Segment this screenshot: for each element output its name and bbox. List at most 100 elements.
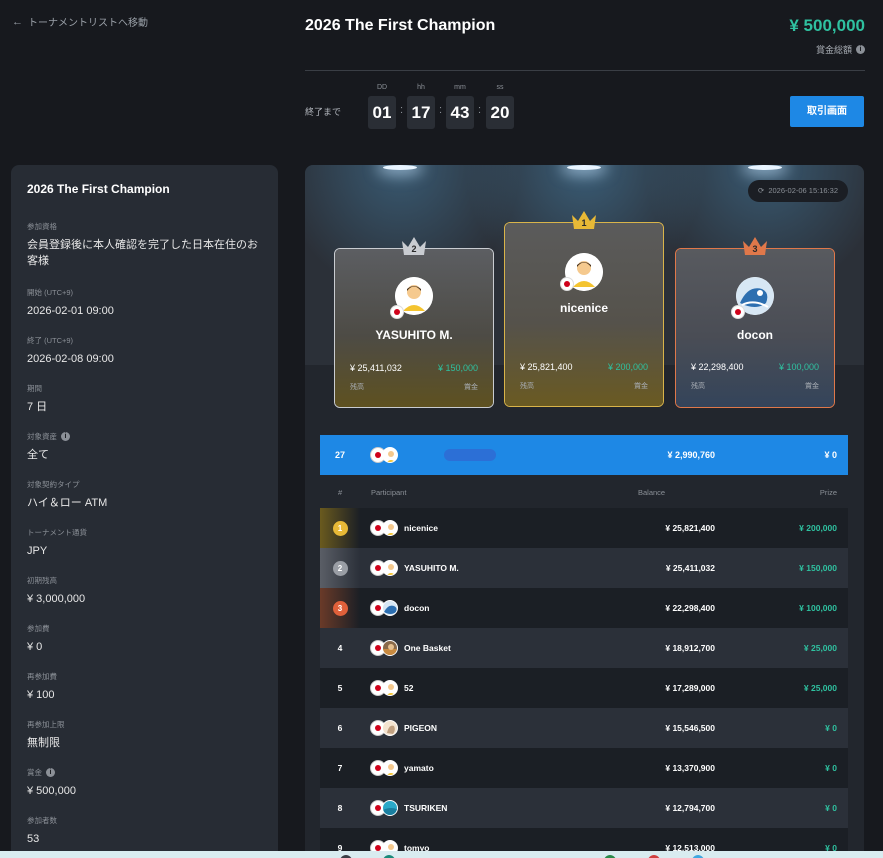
prize-value: ¥ 0 (825, 803, 837, 813)
detail-participants: 参加者数 53 (27, 815, 264, 847)
podium-balance: ¥ 25,411,032 (350, 363, 402, 373)
participant-avatar (370, 447, 400, 463)
prize-value: ¥ 150,000 (799, 563, 837, 573)
detail-label: 初期残高 (27, 576, 57, 585)
rank-badge: 3 (332, 600, 348, 616)
countdown-value: 20 (486, 96, 514, 129)
countdown-unit: ss (496, 84, 504, 91)
my-ranking-row[interactable]: 27 ¥ 2,990,760 ¥ 0 (320, 435, 848, 475)
detail-label: 再参加費 (27, 672, 57, 681)
balance-value: ¥ 25,821,400 (665, 523, 715, 533)
balance-value: ¥ 25,411,032 (665, 563, 715, 573)
table-row[interactable]: 6 PIGEON ¥ 15,546,500 ¥ 0 (320, 708, 848, 748)
refresh-icon: ⟳ (758, 186, 765, 195)
detail-eligibility: 参加資格 会員登録後に本人確認を完了した日本在住のお客様 (27, 221, 264, 269)
podium-prize-label: 賞金 (634, 383, 648, 390)
user-avatar-icon (382, 560, 398, 576)
table-row[interactable]: 1 nicenice ¥ 25,821,400 ¥ 200,000 (320, 508, 848, 548)
rank-cell: 1 (320, 508, 360, 548)
detail-label: トーナメント通貨 (27, 528, 87, 537)
podium-name: YASUHITO M. (375, 328, 453, 342)
bottom-taskbar (0, 851, 883, 858)
user-avatar-icon (382, 640, 398, 656)
balance-value: ¥ 17,289,000 (665, 683, 715, 693)
podium-balance-label: 残高 (350, 384, 364, 391)
podium-prize-label: 賞金 (464, 384, 478, 391)
prize-value: ¥ 0 (825, 723, 837, 733)
balance-value: ¥ 13,370,900 (665, 763, 715, 773)
participant-avatar (370, 680, 400, 696)
podium-balance-label: 残高 (520, 383, 534, 390)
detail-label-wrap: 対象資産 i (27, 431, 264, 442)
balance-value: ¥ 18,912,700 (665, 643, 715, 653)
participant-name: yamato (404, 763, 434, 773)
info-icon[interactable]: i (61, 432, 70, 441)
info-icon[interactable]: i (46, 768, 55, 777)
table-row[interactable]: 2 YASUHITO M. ¥ 25,411,032 ¥ 150,000 (320, 548, 848, 588)
detail-value: JPY (27, 545, 48, 557)
user-avatar-icon (382, 447, 398, 463)
podium-second-place: YASUHITO M. ¥ 25,411,032 ¥ 150,000 残高 賞金 (334, 248, 494, 408)
participant-avatar (370, 640, 400, 656)
prize-value: ¥ 200,000 (799, 523, 837, 533)
countdown-value: 43 (446, 96, 474, 129)
balance-value: ¥ 2,990,760 (667, 450, 715, 460)
podium-first-place: nicenice ¥ 25,821,400 ¥ 200,000 残高 賞金 (504, 222, 664, 407)
crown-rank: 2 (411, 244, 417, 254)
total-prize-label-wrap: 賞金総額 i (816, 43, 865, 56)
crown-rank: 3 (752, 244, 758, 254)
table-row[interactable]: 7 yamato ¥ 13,370,900 ¥ 0 (320, 748, 848, 788)
detail-value: ¥ 100 (27, 689, 55, 701)
rank-cell: 2 (320, 548, 360, 588)
countdown-unit: mm (454, 84, 466, 91)
detail-label: 対象契約タイプ (27, 480, 80, 489)
user-avatar-icon (382, 800, 398, 816)
column-prize: Prize (819, 488, 837, 497)
table-row[interactable]: 5 52 ¥ 17,289,000 ¥ 25,000 (320, 668, 848, 708)
countdown-separator: : (478, 104, 482, 116)
participant-avatar (370, 600, 400, 616)
trade-screen-button[interactable]: 取引画面 (790, 96, 864, 127)
back-to-tournament-list-link[interactable]: ← トーナメントリストへ移動 (12, 14, 148, 30)
detail-label: 参加者数 (27, 816, 57, 825)
participant-avatar (370, 520, 400, 536)
info-icon[interactable]: i (856, 45, 865, 54)
refresh-timestamp[interactable]: ⟳ 2026-02-06 15:16:32 (748, 180, 848, 202)
detail-value: ¥ 0 (27, 641, 43, 653)
rank-cell: 6 (337, 723, 343, 733)
table-row[interactable]: 8 TSURIKEN ¥ 12,794,700 ¥ 0 (320, 788, 848, 828)
detail-initial-balance: 初期残高 ¥ 3,000,000 (27, 575, 264, 607)
podium-name: nicenice (559, 301, 609, 315)
detail-value: 全て (27, 449, 49, 461)
countdown-value: 17 (407, 96, 435, 129)
leaderboard-table-header: # Participant Balance Prize (320, 485, 848, 501)
detail-entry-fee: 参加費 ¥ 0 (27, 623, 264, 655)
participant-name: docon (404, 603, 430, 613)
table-row[interactable]: 4 One Basket ¥ 18,912,700 ¥ 25,000 (320, 628, 848, 668)
spotlight (567, 165, 601, 170)
rank-cell: 4 (337, 643, 343, 653)
participant-name: 52 (404, 683, 414, 693)
tournament-details-panel: 2026 The First Champion 参加資格 会員登録後に本人確認を… (11, 165, 278, 858)
countdown-separator: : (400, 104, 404, 116)
countdown-seconds: ss 20 (486, 84, 514, 129)
podium-third-place: docon ¥ 22,298,400 ¥ 100,000 残高 賞金 (675, 248, 835, 408)
spotlight (748, 165, 782, 170)
podium-balance: ¥ 22,298,400 (691, 362, 744, 372)
table-row[interactable]: 3 docon ¥ 22,298,400 ¥ 100,000 (320, 588, 848, 628)
podium-name: docon (737, 328, 773, 342)
detail-label: 期間 (27, 384, 42, 393)
participant-name: One Basket (404, 643, 451, 653)
detail-label: 対象資産 (27, 432, 57, 441)
bronze-crown-icon: 3 (741, 235, 769, 257)
back-link-label: トーナメントリストへ移動 (28, 18, 148, 29)
participant-name: YASUHITO M. (404, 563, 459, 573)
rank-cell: 8 (337, 803, 343, 813)
detail-label: 開始 (UTC+9) (27, 288, 74, 297)
detail-contract-type: 対象契約タイプ ハイ＆ロー ATM (27, 479, 264, 511)
total-prize-label: 賞金総額 (815, 45, 852, 55)
rank-number: 27 (334, 450, 345, 460)
detail-value: ¥ 3,000,000 (27, 593, 86, 605)
prize-value: ¥ 25,000 (803, 683, 837, 693)
prize-value: ¥ 25,000 (803, 643, 837, 653)
